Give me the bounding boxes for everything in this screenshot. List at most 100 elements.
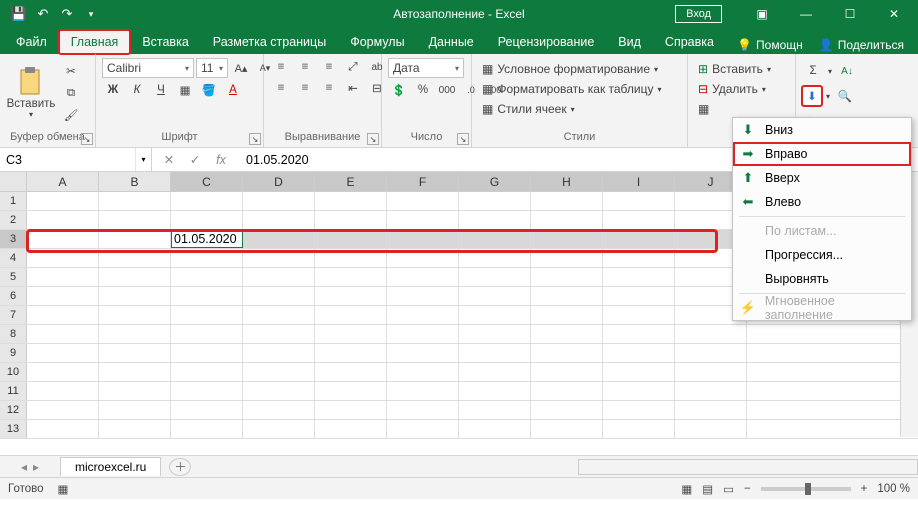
cell[interactable] xyxy=(171,420,243,438)
row-header[interactable]: 2 xyxy=(0,211,27,229)
cell-styles-button[interactable]: ▦Стили ячеек▾ xyxy=(478,100,666,118)
col-header[interactable]: C xyxy=(171,172,243,191)
decrease-indent-button[interactable]: ⇤ xyxy=(342,79,364,97)
cell[interactable] xyxy=(243,401,315,419)
format-table-button[interactable]: ▦Форматировать как таблицу▾ xyxy=(478,80,666,98)
cut-button[interactable]: ✂ xyxy=(60,62,82,80)
cell[interactable] xyxy=(387,268,459,286)
tab-review[interactable]: Рецензирование xyxy=(486,30,607,54)
col-header[interactable]: D xyxy=(243,172,315,191)
cell[interactable] xyxy=(243,287,315,305)
name-box-dropdown[interactable]: ▾ xyxy=(135,148,151,171)
cell[interactable] xyxy=(315,363,387,381)
cell[interactable] xyxy=(675,401,747,419)
login-button[interactable]: Вход xyxy=(675,5,722,23)
find-button[interactable]: 🔍 xyxy=(834,87,856,105)
confirm-edit-button[interactable]: ✓ xyxy=(186,152,204,167)
cell[interactable] xyxy=(99,325,171,343)
copy-button[interactable]: ⧉ xyxy=(60,84,82,102)
sheet-tab[interactable]: microexcel.ru xyxy=(60,457,161,476)
cell[interactable] xyxy=(27,230,99,248)
cell[interactable] xyxy=(603,287,675,305)
align-right-button[interactable]: ≡ xyxy=(318,79,340,97)
cell[interactable] xyxy=(459,249,531,267)
cell[interactable] xyxy=(675,363,747,381)
col-header[interactable]: A xyxy=(27,172,99,191)
cell[interactable] xyxy=(99,401,171,419)
cell[interactable] xyxy=(315,211,387,229)
align-launcher[interactable]: ↘ xyxy=(367,133,379,145)
col-header[interactable]: G xyxy=(459,172,531,191)
cell[interactable] xyxy=(99,287,171,305)
align-left-button[interactable]: ≡ xyxy=(270,79,292,97)
cell[interactable] xyxy=(387,230,459,248)
cell[interactable] xyxy=(27,306,99,324)
cell[interactable] xyxy=(459,287,531,305)
fill-up-item[interactable]: ⬆Вверх xyxy=(733,166,911,190)
font-name-combo[interactable]: Calibri▾ xyxy=(102,58,194,78)
row-header[interactable]: 10 xyxy=(0,363,27,381)
cell[interactable] xyxy=(459,363,531,381)
cell[interactable] xyxy=(171,382,243,400)
cell[interactable] xyxy=(171,344,243,362)
cell[interactable] xyxy=(387,401,459,419)
cell[interactable] xyxy=(171,325,243,343)
row-header[interactable]: 12 xyxy=(0,401,27,419)
cell[interactable] xyxy=(459,230,531,248)
cell[interactable] xyxy=(459,325,531,343)
font-color-button[interactable]: A xyxy=(222,81,244,99)
cell[interactable] xyxy=(27,420,99,438)
cell[interactable] xyxy=(315,249,387,267)
cell[interactable] xyxy=(675,344,747,362)
cell[interactable] xyxy=(387,249,459,267)
col-header[interactable]: H xyxy=(531,172,603,191)
tab-help[interactable]: Справка xyxy=(653,30,726,54)
cell[interactable] xyxy=(675,325,747,343)
cell[interactable] xyxy=(315,420,387,438)
cell[interactable] xyxy=(531,268,603,286)
comma-button[interactable]: 000 xyxy=(436,81,458,99)
cell[interactable] xyxy=(243,192,315,210)
cell[interactable] xyxy=(99,363,171,381)
underline-button[interactable]: Ч xyxy=(150,81,172,99)
cell[interactable] xyxy=(387,420,459,438)
cell[interactable] xyxy=(315,268,387,286)
cell[interactable] xyxy=(243,249,315,267)
cell[interactable] xyxy=(99,306,171,324)
row-header[interactable]: 11 xyxy=(0,382,27,400)
fx-button[interactable]: fx xyxy=(212,153,230,167)
cell[interactable] xyxy=(387,382,459,400)
cell[interactable] xyxy=(603,382,675,400)
macro-record-button[interactable]: ▦ xyxy=(58,482,69,496)
align-top-button[interactable]: ≡ xyxy=(270,58,292,76)
cell[interactable] xyxy=(27,192,99,210)
currency-button[interactable]: 💲 xyxy=(388,81,410,99)
cell[interactable] xyxy=(675,420,747,438)
cell[interactable] xyxy=(27,363,99,381)
cell[interactable] xyxy=(27,211,99,229)
cell[interactable] xyxy=(243,230,315,248)
cell[interactable] xyxy=(171,268,243,286)
cell[interactable] xyxy=(171,287,243,305)
view-break-button[interactable]: ▭ xyxy=(723,482,734,496)
cell[interactable] xyxy=(459,306,531,324)
align-bottom-button[interactable]: ≡ xyxy=(318,58,340,76)
view-layout-button[interactable]: ▤ xyxy=(702,482,713,496)
row-header[interactable]: 6 xyxy=(0,287,27,305)
cell[interactable] xyxy=(315,287,387,305)
cell[interactable] xyxy=(531,363,603,381)
cell[interactable] xyxy=(27,325,99,343)
cell[interactable] xyxy=(27,268,99,286)
col-header[interactable]: E xyxy=(315,172,387,191)
cell[interactable] xyxy=(387,192,459,210)
tab-view[interactable]: Вид xyxy=(606,30,653,54)
cell[interactable] xyxy=(675,382,747,400)
number-format-combo[interactable]: Дата▾ xyxy=(388,58,464,78)
zoom-value[interactable]: 100 % xyxy=(877,483,910,495)
cell[interactable] xyxy=(387,325,459,343)
cell[interactable] xyxy=(27,344,99,362)
cell[interactable] xyxy=(531,230,603,248)
cell[interactable] xyxy=(603,268,675,286)
row-header[interactable]: 5 xyxy=(0,268,27,286)
cell[interactable] xyxy=(603,192,675,210)
